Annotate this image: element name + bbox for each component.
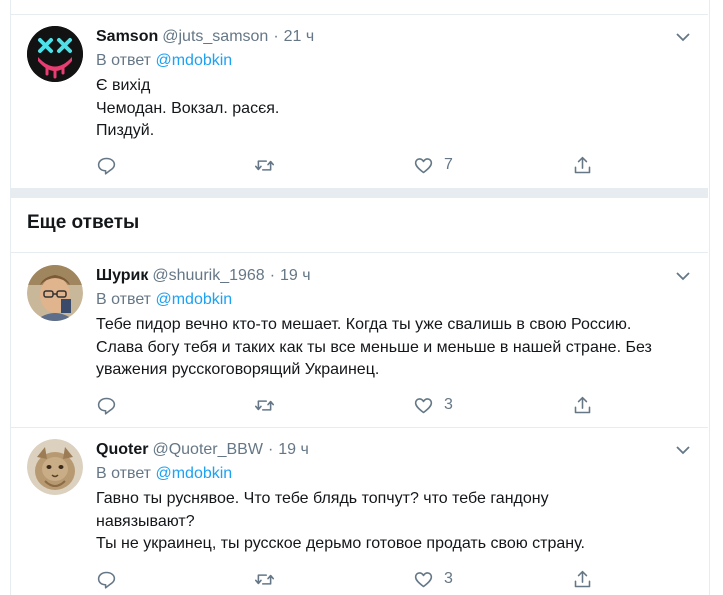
chevron-down-icon[interactable] <box>676 269 690 283</box>
display-name[interactable]: Шурик <box>96 267 148 284</box>
retweet-button[interactable] <box>254 154 275 176</box>
share-button[interactable] <box>572 568 593 590</box>
like-button[interactable]: 3 <box>413 394 453 416</box>
mention-link[interactable]: @mdobkin <box>155 52 232 69</box>
section-separator <box>10 188 708 198</box>
chevron-down-icon[interactable] <box>676 30 690 44</box>
avatar[interactable] <box>27 265 83 321</box>
reply-button[interactable] <box>96 154 117 176</box>
tweet-header: Quoter @Quoter_BBW · 19 ч <box>96 439 309 461</box>
reply-prefix: В ответ <box>96 52 152 69</box>
avatar[interactable] <box>27 26 83 82</box>
replying-to: В ответ @mdobkin <box>96 289 232 311</box>
display-name[interactable]: Quoter <box>96 441 148 458</box>
retweet-button[interactable] <box>254 568 275 590</box>
divider <box>10 14 708 15</box>
reply-icon <box>97 397 116 415</box>
replying-to: В ответ @mdobkin <box>96 463 232 485</box>
mention-link[interactable]: @mdobkin <box>155 465 232 482</box>
replying-to: В ответ @mdobkin <box>96 50 232 72</box>
share-icon <box>574 396 591 413</box>
tweet-actions: 7 <box>96 154 616 176</box>
reply-prefix: В ответ <box>96 465 152 482</box>
tweet-line: уважения русскоговорящий Украинец. <box>96 361 380 378</box>
share-icon <box>574 156 591 173</box>
share-button[interactable] <box>572 154 593 176</box>
display-name[interactable]: Samson <box>96 28 158 45</box>
tweet-header: Samson @juts_samson · 21 ч <box>96 26 314 48</box>
reply-icon <box>97 157 116 175</box>
tweet-actions: 3 <box>96 568 616 590</box>
separator-dot: · <box>269 267 276 284</box>
reply-button[interactable] <box>96 394 117 416</box>
tweet-line: Гавно ты руснявое. Что тебе блядь топчут… <box>96 490 549 507</box>
tweet-text: Є вихід Чемодан. Вокзал. расєя. Пиздуй. <box>96 75 279 143</box>
tweet-line: Ты не украинец, ты русское дерьмо готово… <box>96 535 585 552</box>
tweet-line: Пиздуй. <box>96 122 155 139</box>
like-button[interactable]: 3 <box>413 568 453 590</box>
tweet-text: Тебе пидор вечно кто-то мешает. Когда ты… <box>96 314 652 382</box>
like-count: 3 <box>444 396 453 413</box>
reply-prefix: В ответ <box>96 291 152 308</box>
like-count: 3 <box>444 570 453 587</box>
timestamp[interactable]: 19 ч <box>278 441 309 458</box>
reply-tweet[interactable]: Шурик @shuurik_1968 · 19 ч В ответ @mdobkin… <box>10 265 708 425</box>
heart-icon <box>414 571 433 587</box>
tweet-line: Є вихід <box>96 77 151 94</box>
avatar[interactable] <box>27 439 83 495</box>
tweet-header: Шурик @shuurik_1968 · 19 ч <box>96 265 311 287</box>
tweet-line: Слава богу тебя и таких как ты все меньш… <box>96 338 652 356</box>
divider <box>10 427 708 428</box>
divider <box>10 252 708 253</box>
separator-dot: · <box>273 28 279 45</box>
share-button[interactable] <box>572 394 593 416</box>
share-icon <box>574 570 591 587</box>
like-count: 7 <box>444 156 453 173</box>
reply-button[interactable] <box>96 568 117 590</box>
chevron-down-icon[interactable] <box>676 443 690 457</box>
reply-tweet[interactable]: Quoter @Quoter_BBW · 19 ч В ответ @mdobkin … <box>10 439 708 595</box>
tweet-line: Чемодан. Вокзал. расєя. <box>96 99 280 117</box>
username[interactable]: @juts_samson <box>162 28 268 45</box>
timestamp[interactable]: 21 ч <box>284 28 315 45</box>
tweet-line: навязывают? <box>96 512 195 530</box>
retweet-icon <box>254 159 275 171</box>
mention-link[interactable]: @mdobkin <box>155 291 232 308</box>
heart-icon <box>414 157 433 173</box>
like-button[interactable]: 7 <box>413 154 453 176</box>
tweet-text: Гавно ты руснявое. Что тебе блядь топчут… <box>96 488 585 556</box>
reply-tweet[interactable]: Samson @juts_samson · 21 ч В ответ @mdobkin… <box>10 26 708 186</box>
retweet-button[interactable] <box>254 394 275 416</box>
reply-icon <box>97 571 116 589</box>
retweet-icon <box>254 573 275 585</box>
heart-icon <box>414 397 433 413</box>
section-title: Еще ответы <box>27 212 140 233</box>
username[interactable]: @shuurik_1968 <box>152 267 264 284</box>
username[interactable]: @Quoter_BBW <box>152 441 263 458</box>
tweet-line: Тебе пидор вечно кто-то мешает. Когда ты… <box>96 316 632 333</box>
timestamp[interactable]: 19 ч <box>280 267 311 284</box>
retweet-icon <box>254 399 275 411</box>
tweet-actions: 3 <box>96 394 616 416</box>
separator-dot: · <box>267 441 274 458</box>
